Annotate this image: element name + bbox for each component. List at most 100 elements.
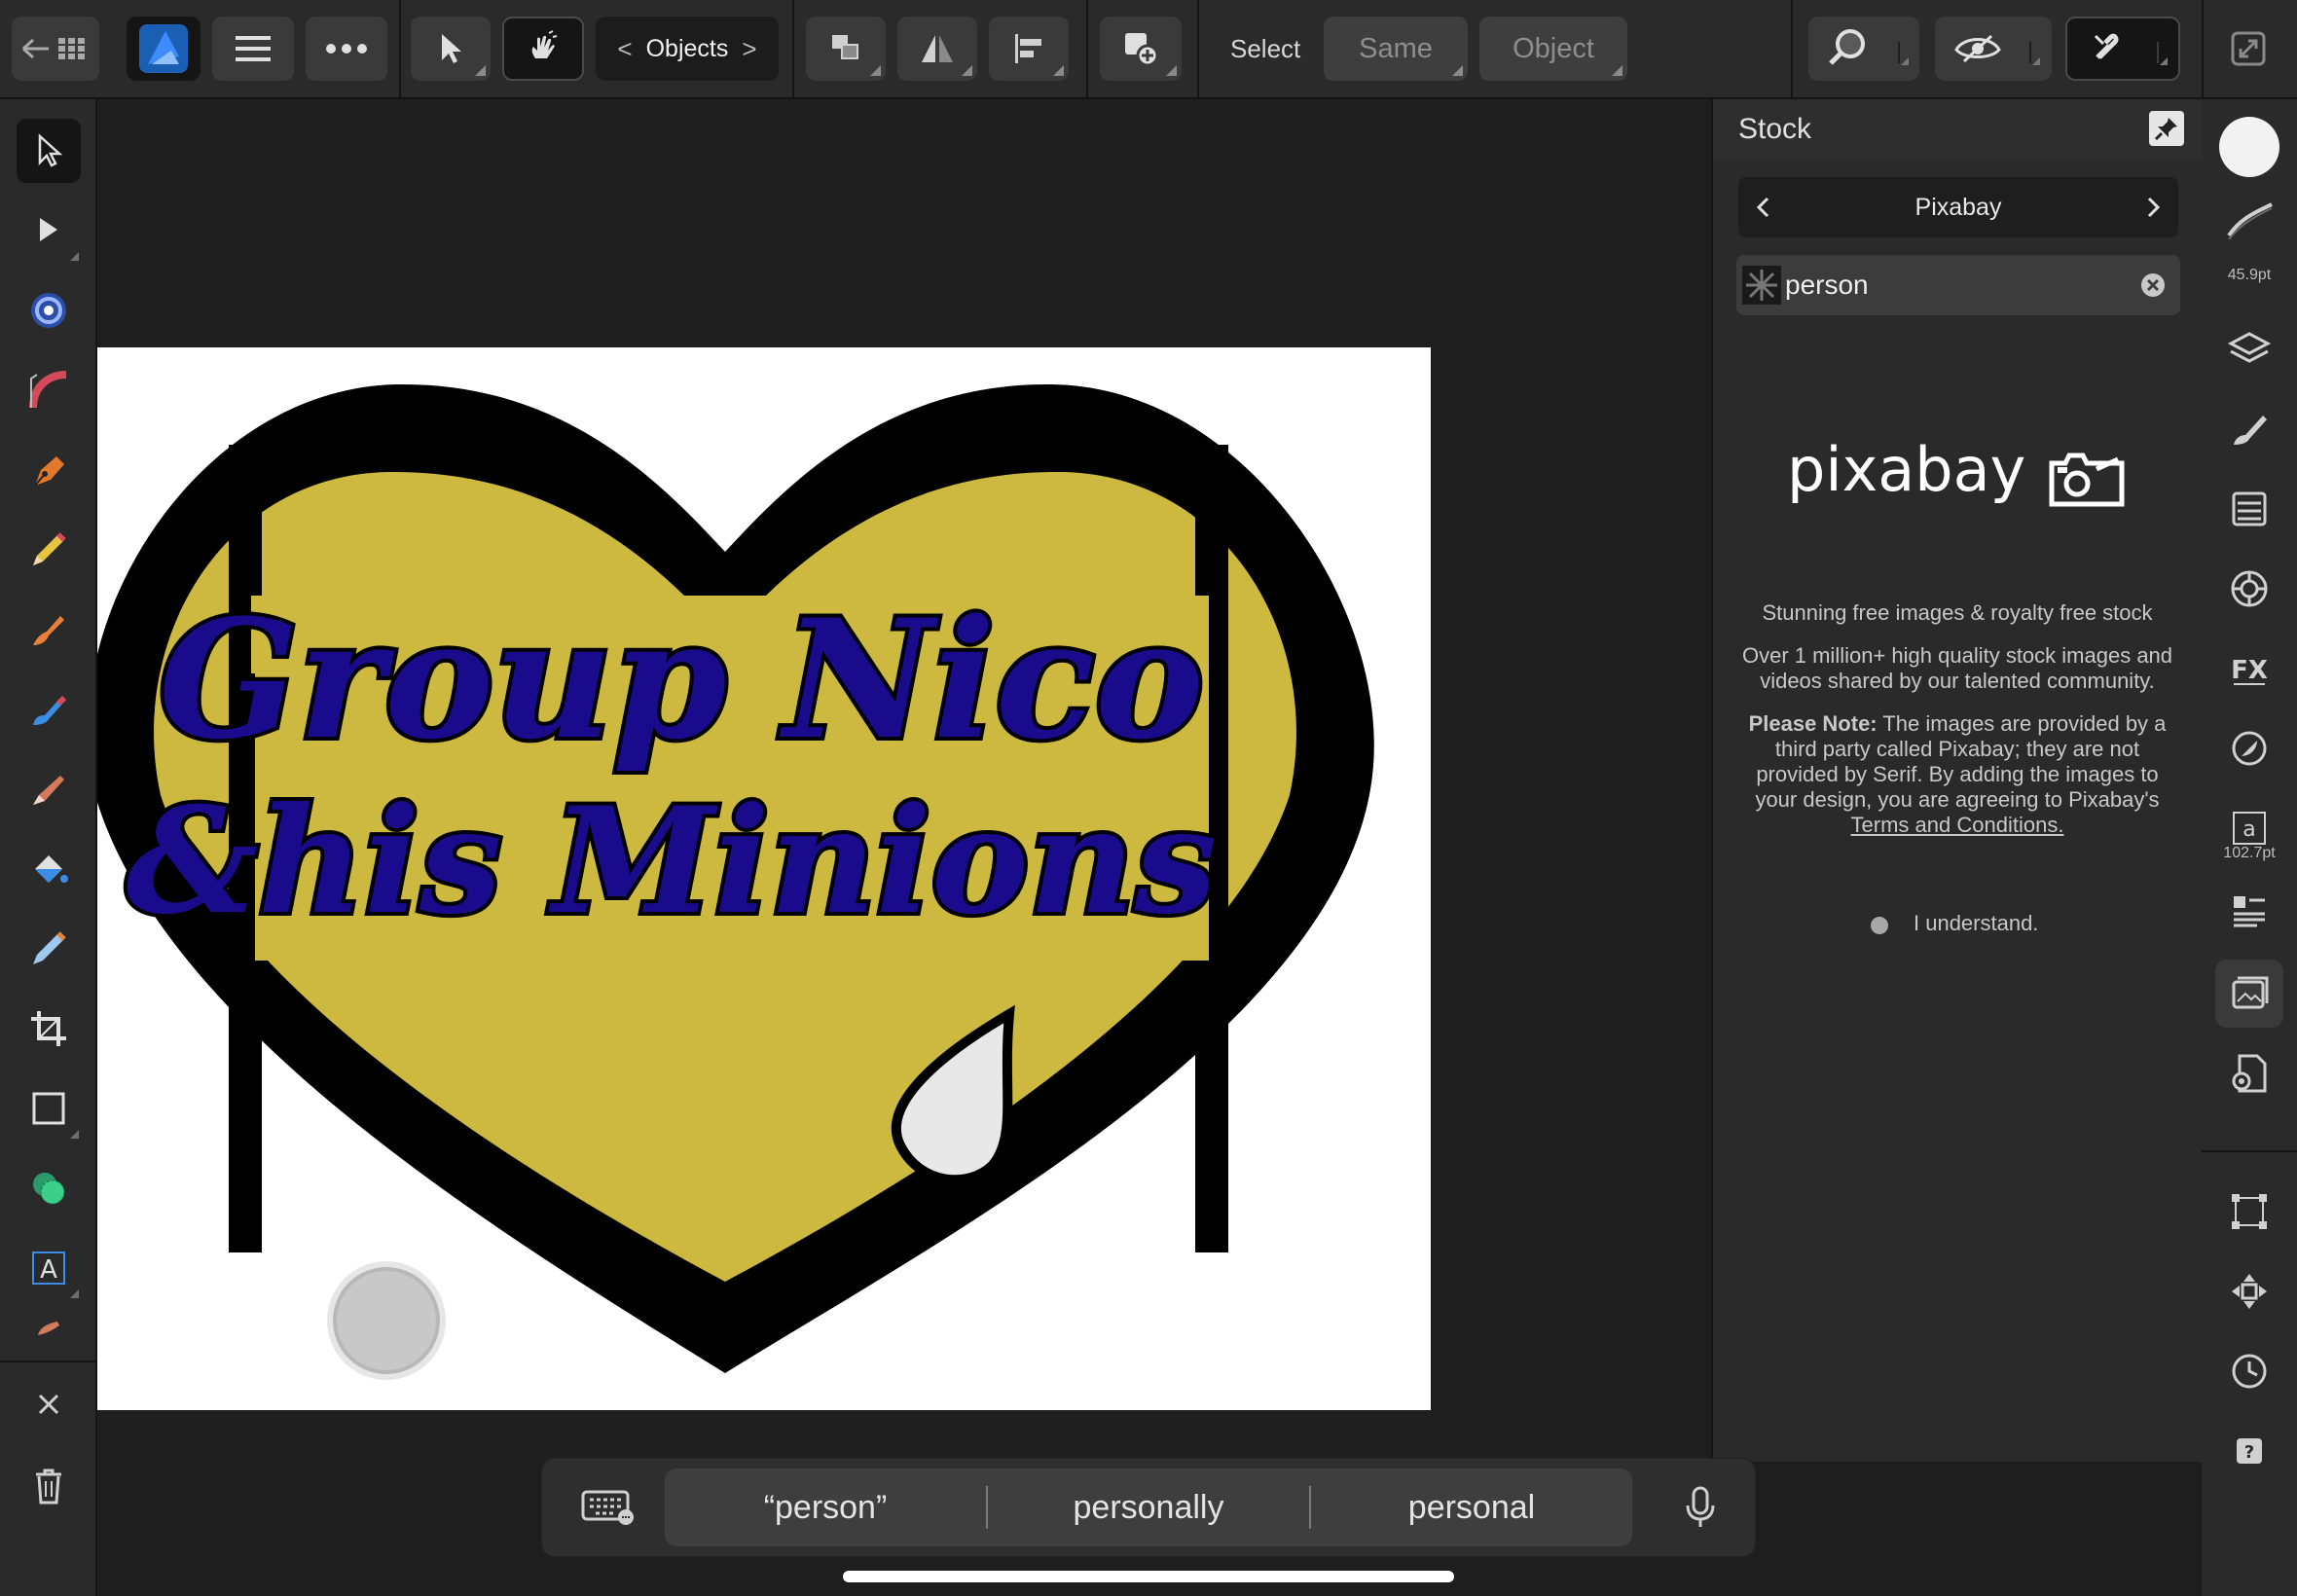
pencil-tool[interactable] — [17, 518, 81, 582]
menu-button[interactable] — [212, 17, 294, 81]
separator — [1197, 0, 1199, 97]
history-clock-icon — [2232, 1354, 2267, 1389]
stock-studio[interactable] — [2215, 960, 2283, 1028]
clear-search-button[interactable] — [2139, 272, 2167, 299]
dictation-button[interactable] — [1681, 1484, 1720, 1531]
title-line-2[interactable]: &his Minions — [123, 772, 1221, 951]
text-styles-studio[interactable] — [2215, 878, 2283, 946]
move-tool[interactable] — [17, 119, 81, 183]
rectangle-tool[interactable] — [17, 1076, 81, 1141]
zoom-button[interactable] — [1808, 17, 1919, 81]
tools-panel: A — [0, 99, 97, 1596]
pixabay-source-icon — [1742, 266, 1781, 305]
objects-navigator[interactable]: < Objects > — [596, 17, 779, 81]
provider-selector[interactable]: Pixabay — [1738, 177, 2178, 237]
expand-icon — [2231, 31, 2266, 66]
appearance-studio[interactable] — [2215, 475, 2283, 543]
note-paragraph: Please Note: The images are provided by … — [1732, 711, 2182, 838]
move-tool-button[interactable] — [411, 17, 491, 81]
keyboard-button[interactable] — [581, 1488, 636, 1527]
brush-tip-icon — [38, 1322, 59, 1335]
document-settings[interactable] — [2215, 1039, 2283, 1107]
snapping-button[interactable] — [2065, 17, 2180, 81]
document-gear-icon — [2232, 1054, 2267, 1093]
effects-studio[interactable]: FX — [2215, 635, 2283, 703]
trash-icon — [36, 1469, 61, 1505]
node-tool[interactable] — [17, 199, 81, 263]
magnifier-icon — [1829, 29, 1909, 65]
view-mode-button[interactable] — [1935, 17, 2052, 81]
pen-tool[interactable] — [17, 438, 81, 502]
brushes-studio[interactable] — [2215, 395, 2283, 463]
artboard[interactable]: Group Nico &his Minions — [97, 347, 1431, 1410]
heart-design[interactable]: Group Nico &his Minions — [97, 347, 1431, 1410]
pencil-icon — [33, 532, 66, 565]
pixel-brush-tool[interactable] — [17, 757, 81, 821]
suggestion-item[interactable]: personal — [1311, 1469, 1632, 1546]
fill-brush-tool[interactable] — [17, 677, 81, 742]
colour-swatch[interactable] — [2219, 117, 2279, 177]
home-indicator[interactable] — [843, 1571, 1454, 1582]
fullscreen-button[interactable] — [2227, 27, 2270, 70]
crop-tool[interactable] — [17, 997, 81, 1061]
suggestion-item[interactable]: personally — [988, 1469, 1309, 1546]
stock-description: Stunning free images & royalty free stoc… — [1732, 600, 2182, 855]
stock-search-input[interactable]: person — [1736, 255, 2180, 315]
shape-builder-tool[interactable] — [17, 1156, 81, 1220]
close-icon — [38, 1394, 59, 1415]
navigator-studio[interactable] — [2215, 1257, 2283, 1325]
flip-button[interactable] — [897, 17, 977, 81]
understand-toggle[interactable]: I understand. — [1713, 907, 2202, 946]
fill-tool[interactable] — [17, 837, 81, 901]
pointer-icon — [38, 133, 63, 167]
pin-button[interactable] — [2149, 111, 2184, 146]
suggestion-item[interactable]: “person” — [665, 1469, 986, 1546]
chevron-right-icon[interactable] — [2139, 193, 2169, 222]
hand-tool-button[interactable] — [502, 17, 584, 81]
radio-button[interactable] — [1871, 917, 1888, 934]
help-icon: ? — [2237, 1438, 2262, 1464]
more-tools[interactable] — [17, 1308, 81, 1347]
target-icon — [31, 293, 66, 328]
history-studio[interactable] — [2215, 1337, 2283, 1405]
vector-brush-tool[interactable] — [17, 598, 81, 662]
chevron-left-icon[interactable]: < — [617, 34, 632, 64]
chevron-left-icon[interactable] — [1748, 193, 1777, 222]
transform-studio[interactable] — [2215, 1178, 2283, 1246]
arrange-button[interactable] — [806, 17, 886, 81]
select-label: Select — [1230, 33, 1301, 63]
corner-tool[interactable] — [17, 278, 81, 343]
insert-object-button[interactable] — [1100, 17, 1182, 81]
transparency-studio[interactable] — [2215, 714, 2283, 782]
app-persona-button[interactable] — [127, 17, 201, 81]
fx-icon: FX — [2231, 656, 2268, 685]
help-button[interactable]: ? — [2215, 1417, 2283, 1485]
delete-button[interactable] — [17, 1454, 81, 1518]
close-button[interactable] — [17, 1372, 81, 1436]
svg-text:A: A — [40, 1255, 57, 1285]
suggestion-group: “person” personally personal — [665, 1469, 1632, 1546]
studio-strip: 45.9pt FX a 102.7pt ? — [2202, 99, 2297, 1596]
layers-icon — [2227, 332, 2272, 363]
back-grid-button[interactable] — [12, 17, 99, 81]
transparency-tool[interactable] — [17, 917, 81, 981]
align-button[interactable] — [989, 17, 1069, 81]
hamburger-icon — [236, 36, 271, 61]
layers-studio[interactable] — [2215, 315, 2283, 383]
select-object-button[interactable]: Object — [1479, 17, 1627, 81]
title-line-1[interactable]: Group Nico — [155, 579, 1208, 780]
paint-brush-icon — [33, 696, 66, 725]
pixel-brush-icon — [33, 776, 64, 805]
stroke-width-button[interactable] — [2223, 199, 2278, 241]
more-button[interactable] — [306, 17, 387, 81]
pointer-icon — [442, 34, 461, 63]
assistive-touch-button[interactable] — [327, 1261, 446, 1380]
artistic-text-tool[interactable]: A — [17, 1236, 81, 1300]
terms-link[interactable]: Terms and Conditions. — [1851, 813, 2064, 837]
description: Over 1 million+ high quality stock image… — [1741, 643, 2173, 693]
tagline: Stunning free images & royalty free stoc… — [1762, 600, 2153, 625]
chevron-right-icon[interactable]: > — [742, 34, 756, 64]
contour-tool[interactable] — [17, 358, 81, 422]
select-same-button[interactable]: Same — [1324, 17, 1468, 81]
color-studio[interactable] — [2215, 555, 2283, 623]
